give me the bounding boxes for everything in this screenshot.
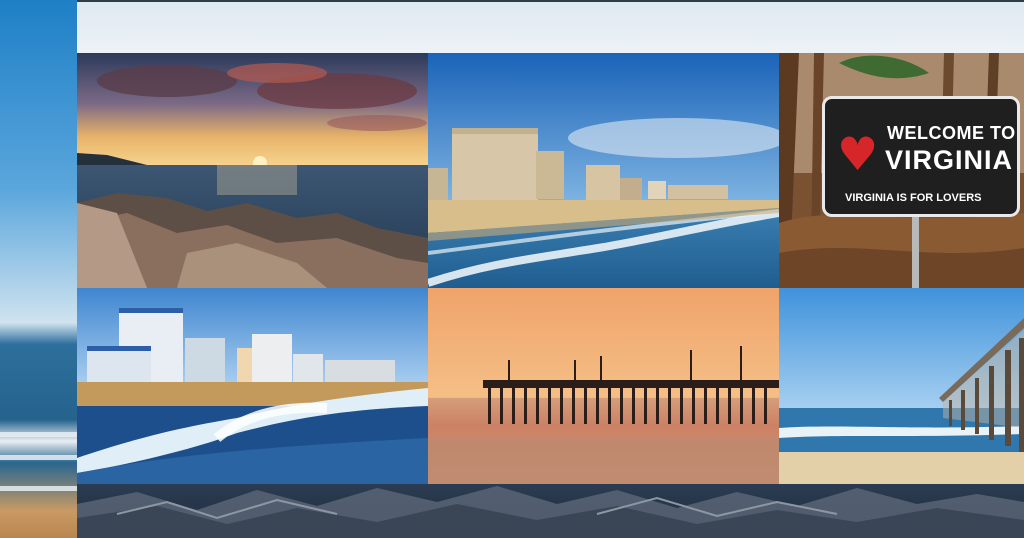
sign-line-state: VIRGINIA	[885, 145, 1014, 175]
photo-beach-hotels	[428, 53, 779, 288]
photo-rocky-sunset	[77, 53, 428, 288]
mountain-ridges	[77, 486, 1024, 538]
left-beach-strip	[0, 0, 77, 538]
photo-welcome-sign: ♥ WELCOME TO VIRGINIA VIRGINIA IS FOR LO…	[779, 53, 1024, 288]
sign-line-welcome: WELCOME TO	[887, 123, 1016, 143]
welcome-sign: ♥ WELCOME TO VIRGINIA VIRGINIA IS FOR LO…	[822, 96, 1020, 217]
photo-hotels-waves	[77, 288, 428, 484]
sign-line-slogan: VIRGINIA IS FOR LOVERS	[845, 192, 982, 204]
surf-foam	[0, 432, 77, 437]
mountain-band	[77, 484, 1024, 538]
sign-post	[912, 214, 919, 288]
surf-foam	[0, 486, 77, 491]
photo-pier-day	[779, 288, 1024, 484]
top-sky-band	[77, 0, 1024, 53]
surf-foam	[0, 455, 77, 460]
heart-icon: ♥	[837, 127, 879, 181]
photo-pier-sunset	[428, 288, 779, 484]
